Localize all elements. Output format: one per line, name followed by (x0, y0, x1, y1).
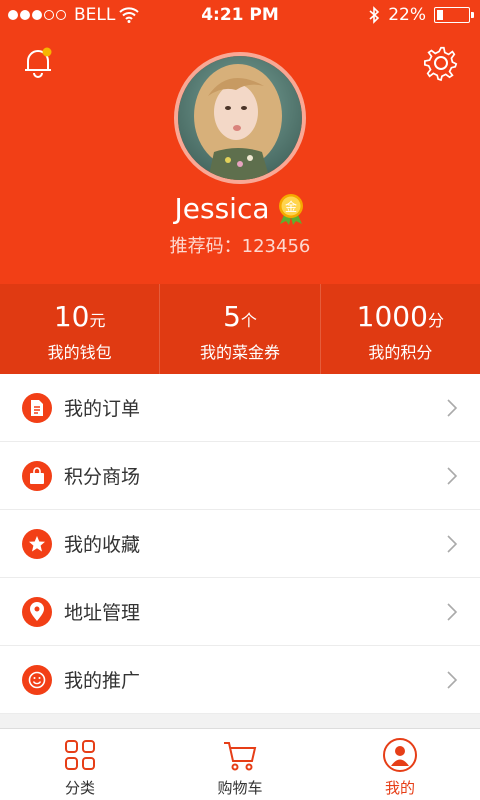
stat-value: 10 (53, 300, 90, 333)
location-pin-icon (22, 596, 52, 627)
notification-bell-icon[interactable] (20, 44, 56, 80)
smiley-icon (22, 664, 52, 695)
gold-member-badge-icon: 金 (278, 193, 303, 225)
status-bar: BELL 4:21 PM 22% (0, 0, 480, 32)
status-right: 22% (368, 5, 474, 25)
tab-mine[interactable]: 我的 (320, 729, 480, 800)
grid-icon (65, 740, 95, 770)
menu-label: 地址管理 (64, 602, 141, 624)
tab-label: 我的 (384, 779, 415, 797)
menu-item-promotion[interactable]: 我的推广 (0, 646, 480, 714)
profile-header: BELL 4:21 PM 22% Jessica 金 推荐码：123456 (0, 0, 480, 284)
star-icon (22, 528, 52, 559)
stat-label: 我的钱包 (47, 343, 112, 362)
tab-bar: 分类 购物车 我的 (0, 728, 480, 800)
battery-icon (434, 7, 474, 23)
stat-label: 我的积分 (368, 343, 433, 362)
cart-icon (224, 742, 257, 771)
chevron-right-icon (447, 535, 458, 553)
badge-text: 金 (284, 199, 296, 214)
menu-item-orders[interactable]: 我的订单 (0, 374, 480, 442)
username: Jessica (174, 192, 270, 225)
menu-label: 我的订单 (64, 398, 141, 420)
chevron-right-icon (447, 603, 458, 621)
tab-cart[interactable]: 购物车 (160, 729, 320, 800)
stat-coupons[interactable]: 5个 我的菜金券 (160, 284, 321, 374)
battery-percent: 22% (388, 5, 426, 25)
stat-points[interactable]: 1000分 我的积分 (321, 284, 480, 374)
stat-unit: 分 (427, 311, 444, 330)
referral-code: 推荐码：123456 (169, 236, 311, 257)
tab-label: 购物车 (217, 779, 263, 797)
menu-item-favorites[interactable]: 我的收藏 (0, 510, 480, 578)
avatar-photo (178, 56, 302, 180)
stat-unit: 个 (240, 311, 257, 330)
user-avatar[interactable] (174, 52, 306, 184)
stat-unit: 元 (89, 311, 106, 330)
user-icon (383, 738, 417, 772)
settings-gear-icon[interactable] (422, 44, 460, 82)
tab-label: 分类 (64, 779, 95, 797)
shopping-bag-icon (22, 460, 52, 491)
stat-value: 1000 (356, 300, 428, 333)
menu-label: 我的推广 (64, 670, 141, 692)
bluetooth-icon (369, 6, 380, 24)
chevron-right-icon (447, 467, 458, 485)
stat-label: 我的菜金券 (199, 343, 280, 362)
stats-bar: 10元 我的钱包 5个 我的菜金券 1000分 我的积分 (0, 284, 480, 374)
battery-fill (437, 10, 444, 20)
chevron-right-icon (447, 671, 458, 689)
tab-category[interactable]: 分类 (0, 729, 160, 800)
menu-label: 积分商场 (64, 466, 141, 488)
chevron-right-icon (447, 399, 458, 417)
order-icon (22, 392, 52, 423)
stat-wallet[interactable]: 10元 我的钱包 (0, 284, 161, 374)
menu-item-address[interactable]: 地址管理 (0, 578, 480, 646)
name-row: Jessica 金 (0, 192, 480, 225)
menu-label: 我的收藏 (64, 534, 141, 556)
menu-item-points-mall[interactable]: 积分商场 (0, 442, 480, 510)
menu-list: 我的订单 积分商场 我的收藏 地址管理 我的推广 (0, 374, 480, 714)
stat-value: 5 (223, 300, 241, 333)
